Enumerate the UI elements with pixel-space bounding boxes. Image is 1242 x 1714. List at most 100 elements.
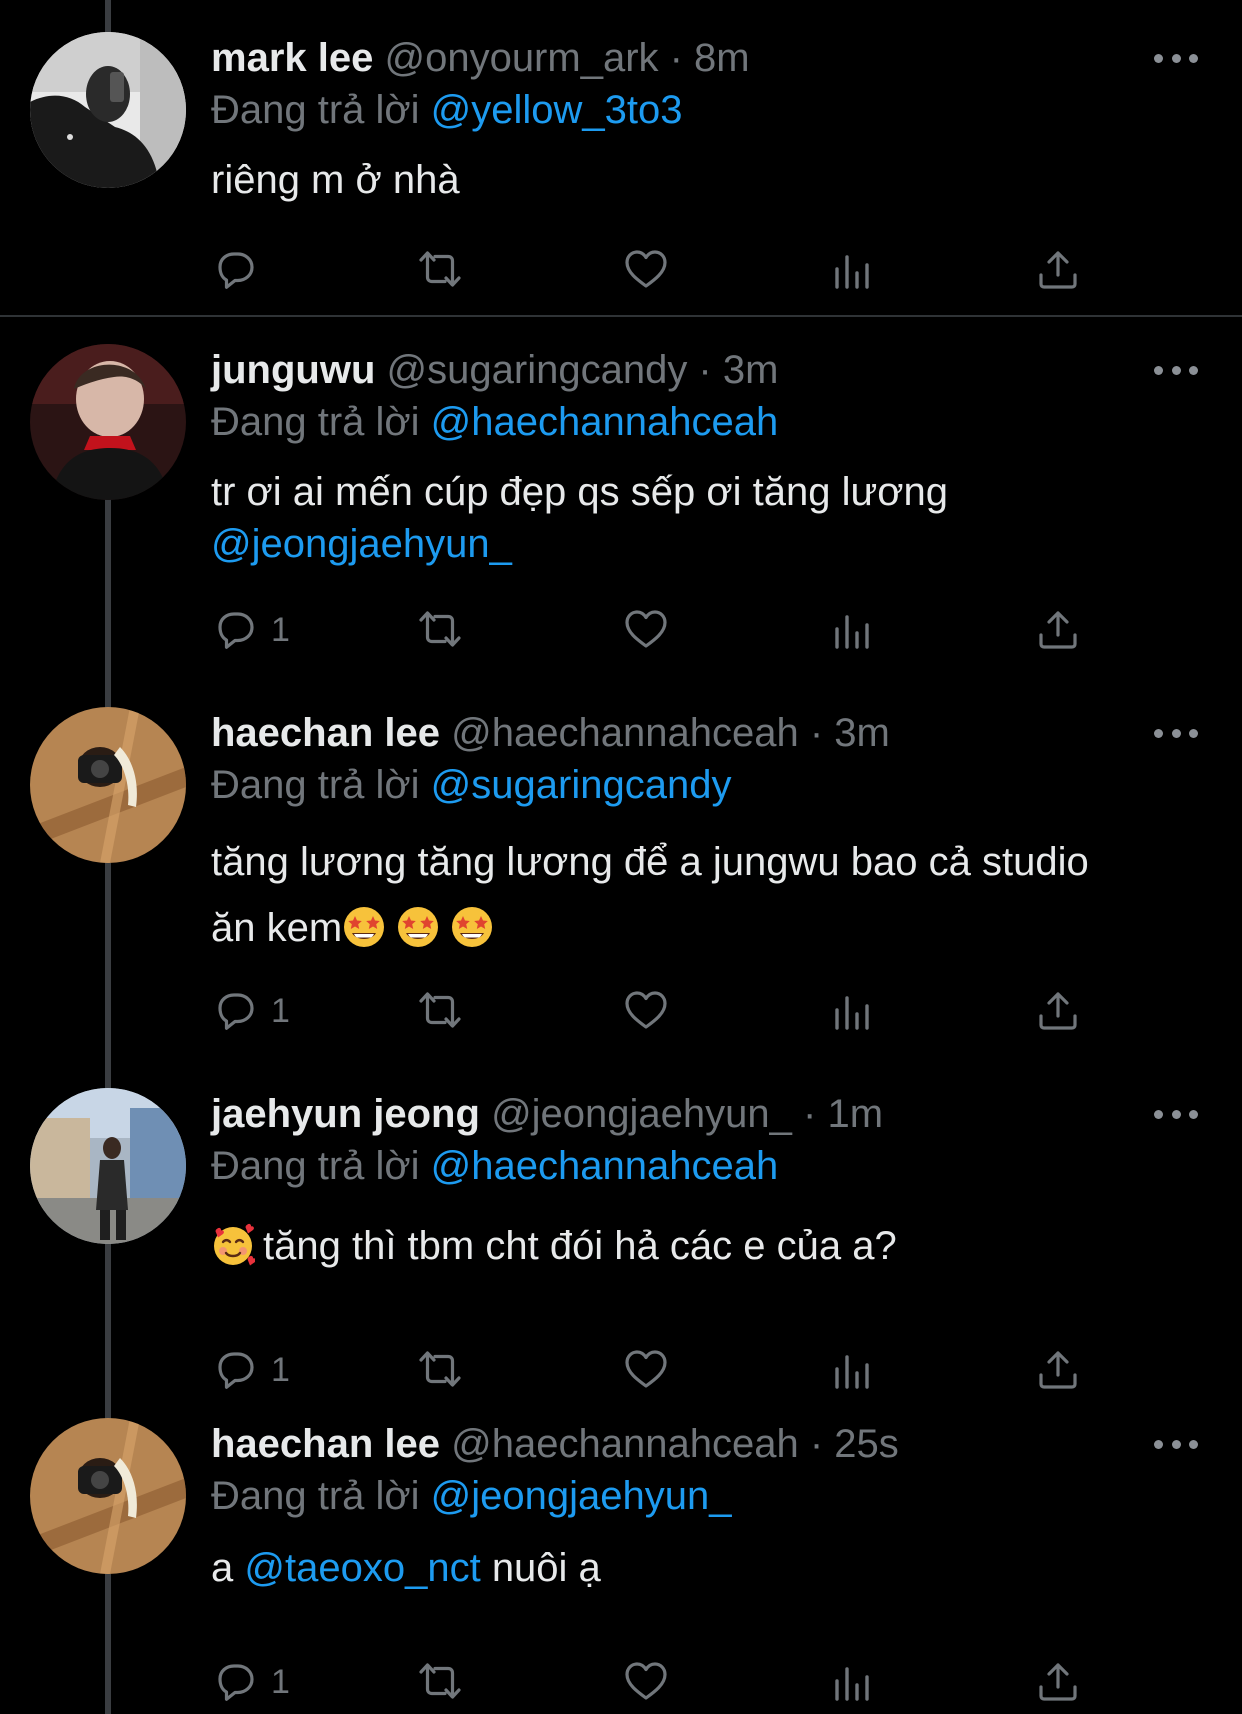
tweet-text: tăng thì tbm cht đói hả các e của a? <box>211 1216 897 1276</box>
handle-time[interactable]: @haechannahceah · 25s <box>451 1422 899 1466</box>
like-icon <box>625 250 667 288</box>
avatar-mark-lee[interactable] <box>30 32 186 188</box>
replying-to: Đang trả lời @haechannahceah <box>211 396 778 448</box>
reply-button[interactable]: 1 <box>211 602 290 658</box>
star-struck-emoji <box>344 907 385 947</box>
retweet-button[interactable] <box>415 242 465 298</box>
share-icon <box>1039 611 1077 649</box>
display-name[interactable]: junguwu <box>211 348 375 392</box>
tweet-header: haechan lee @haechannahceah · 25s <box>211 1416 899 1472</box>
share-icon <box>1039 251 1077 289</box>
reply-count: 1 <box>271 610 290 649</box>
tweet-text: a @taeoxo_nct nuôi ạ <box>211 1538 601 1598</box>
share-icon <box>1039 1351 1077 1389</box>
tweet-header: haechan lee @haechannahceah · 3m <box>211 705 890 761</box>
views-icon <box>835 996 869 1030</box>
tweet-text-fragment: a <box>211 1546 234 1590</box>
like-icon <box>625 610 667 648</box>
retweet-button[interactable] <box>415 1654 465 1710</box>
reply-icon <box>218 1664 254 1701</box>
reply-button[interactable]: 1 <box>211 1654 290 1710</box>
views-icon <box>835 615 869 649</box>
views-icon <box>835 255 869 289</box>
like-icon <box>625 1350 667 1388</box>
views-button[interactable] <box>828 242 878 298</box>
like-icon <box>625 991 667 1029</box>
tweet-header: mark lee @onyourm_ark · 8m <box>211 30 750 86</box>
tweet-text-fragment: ăn kem <box>211 906 343 950</box>
mention-link[interactable]: @jeongjaehyun_ <box>211 518 948 570</box>
retweet-icon <box>419 1351 461 1387</box>
tweet-actions <box>211 242 1091 298</box>
more-icon[interactable] <box>1154 1100 1198 1128</box>
share-button[interactable] <box>1033 1654 1083 1710</box>
reply-icon <box>218 252 254 289</box>
reply-button[interactable]: 1 <box>211 1342 290 1398</box>
like-button[interactable] <box>621 1654 671 1710</box>
views-button[interactable] <box>828 1654 878 1710</box>
display-name[interactable]: mark lee <box>211 36 373 80</box>
more-icon[interactable] <box>1154 356 1198 384</box>
tweet-actions: 1 <box>211 602 1091 658</box>
tweet-actions: 1 <box>211 1654 1091 1710</box>
share-icon <box>1039 1663 1077 1701</box>
share-button[interactable] <box>1033 1342 1083 1398</box>
share-button[interactable] <box>1033 983 1083 1039</box>
tweet-text: tr ơi ai mến cúp đẹp qs sếp ơi tăng lươn… <box>211 466 948 570</box>
tweet-text-line-2: ăn kem <box>211 895 1089 961</box>
retweet-icon <box>419 992 461 1028</box>
display-name[interactable]: haechan lee <box>211 711 440 755</box>
tweet-text-line: tăng thì tbm cht đói hả các e của a? <box>263 1224 897 1268</box>
retweet-button[interactable] <box>415 1342 465 1398</box>
avatar-junguwu[interactable] <box>30 344 186 500</box>
star-struck-emoji <box>398 907 439 947</box>
reply-mention-link[interactable]: @yellow_3to3 <box>431 88 683 132</box>
reply-count: 1 <box>271 1662 290 1701</box>
retweet-button[interactable] <box>415 983 465 1039</box>
reply-prefix: Đang trả lời <box>211 88 420 132</box>
views-button[interactable] <box>828 983 878 1039</box>
tweet-text-line: tr ơi ai mến cúp đẹp qs sếp ơi tăng lươn… <box>211 470 948 514</box>
tweet-text-line: tăng lương tăng lương để a jungwu bao cả… <box>211 840 1089 884</box>
like-button[interactable] <box>621 1342 671 1398</box>
views-icon <box>835 1667 869 1701</box>
handle-time[interactable]: @jeongjaehyun_ · 1m <box>491 1092 883 1136</box>
avatar-haechan-lee[interactable] <box>30 1418 186 1574</box>
like-icon <box>625 1662 667 1700</box>
like-button[interactable] <box>621 602 671 658</box>
reply-icon <box>218 1352 254 1389</box>
share-button[interactable] <box>1033 602 1083 658</box>
reply-icon <box>218 612 254 649</box>
more-icon[interactable] <box>1154 719 1198 747</box>
reply-mention-link[interactable]: @haechannahceah <box>431 1144 779 1188</box>
views-button[interactable] <box>828 1342 878 1398</box>
avatar-jaehyun-jeong[interactable] <box>30 1088 186 1244</box>
tweet-actions: 1 <box>211 1342 1091 1398</box>
tweet-text: tăng lương tăng lương để a jungwu bao cả… <box>211 829 1089 961</box>
reply-button[interactable]: 1 <box>211 983 290 1039</box>
tweet-header: jaehyun jeong @jeongjaehyun_ · 1m <box>211 1086 883 1142</box>
like-button[interactable] <box>621 983 671 1039</box>
reply-mention-link[interactable]: @sugaringcandy <box>431 763 732 807</box>
handle-time[interactable]: @onyourm_ark · 8m <box>384 36 749 80</box>
retweet-button[interactable] <box>415 602 465 658</box>
reply-mention-link[interactable]: @haechannahceah <box>431 400 779 444</box>
mention-link[interactable]: @taeoxo_nct <box>244 1546 480 1590</box>
star-struck-emoji <box>452 907 493 947</box>
more-icon[interactable] <box>1154 1430 1198 1458</box>
more-icon[interactable] <box>1154 44 1198 72</box>
handle-time[interactable]: @haechannahceah · 3m <box>451 711 890 755</box>
retweet-icon <box>419 611 461 647</box>
like-button[interactable] <box>621 242 671 298</box>
display-name[interactable]: jaehyun jeong <box>211 1092 480 1136</box>
replying-to: Đang trả lời @haechannahceah <box>211 1140 778 1192</box>
thread-line-top <box>105 0 111 32</box>
display-name[interactable]: haechan lee <box>211 1422 440 1466</box>
reply-mention-link[interactable]: @jeongjaehyun_ <box>431 1474 732 1518</box>
avatar-haechan-lee[interactable] <box>30 707 186 863</box>
reply-button[interactable] <box>211 242 261 298</box>
handle-time[interactable]: @sugaringcandy · 3m <box>387 348 779 392</box>
reply-count: 1 <box>271 1350 290 1389</box>
share-button[interactable] <box>1033 242 1083 298</box>
views-button[interactable] <box>828 602 878 658</box>
